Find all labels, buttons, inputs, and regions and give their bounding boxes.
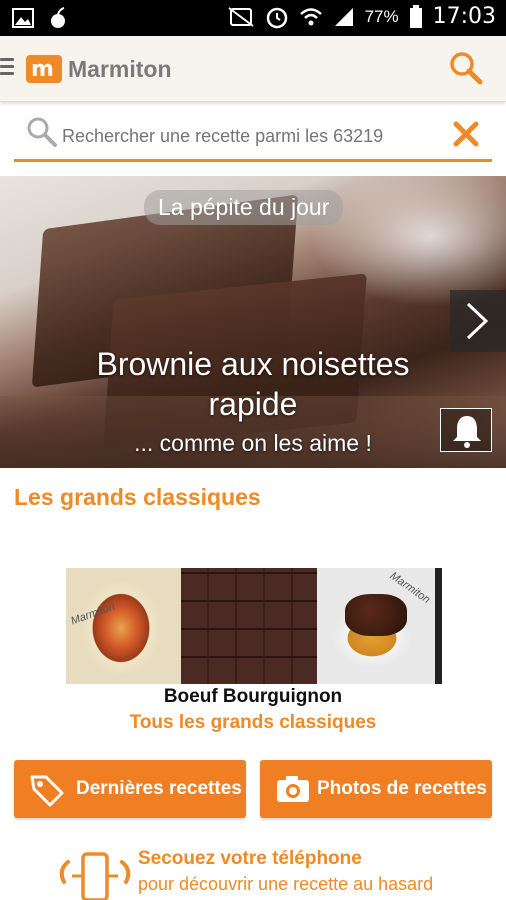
hero-title-line: Brownie aux noisettes — [96, 346, 410, 382]
logo-letter: m — [31, 57, 54, 82]
all-classics-link[interactable]: Tous les grands classiques — [0, 712, 506, 734]
shake-subtitle: pour découvrir une recette au hasard — [138, 874, 434, 894]
carousel-thumbnail[interactable] — [435, 568, 442, 684]
tag-icon — [30, 775, 64, 807]
recipe-photos-label: Photos de recettes — [317, 778, 487, 799]
latest-recipes-button[interactable]: Dernières recettes — [14, 760, 246, 818]
signal-icon — [334, 7, 353, 26]
clock: 17:03 — [432, 4, 496, 29]
brand-name: Marmiton — [68, 56, 172, 82]
shake-title: Secouez votre téléphone — [138, 848, 362, 869]
section-title-classics: Les grands classiques — [14, 484, 261, 510]
clear-search-icon[interactable] — [452, 120, 480, 148]
carousel-thumbnail[interactable] — [181, 568, 317, 684]
alarm-icon — [266, 7, 287, 28]
cherry-notification-icon — [51, 7, 65, 28]
shake-phone-icon — [59, 852, 131, 900]
carousel-recipe-name: Boeuf Bourguignon — [163, 686, 343, 707]
notification-bell-button[interactable] — [440, 408, 492, 452]
hero-recipe-title: Brownie aux noisettes rapide — [0, 344, 506, 424]
shake-phone-promo[interactable]: Secouez votre téléphone pour découvrir u… — [0, 842, 506, 900]
search-icon[interactable] — [448, 50, 484, 86]
chevron-right-icon — [466, 302, 489, 340]
classics-carousel[interactable]: Marmiton Marmiton — [66, 568, 442, 684]
menu-icon[interactable] — [0, 58, 14, 79]
mute-icon — [227, 6, 254, 27]
image-notification-icon — [12, 8, 34, 28]
search-input[interactable] — [62, 122, 442, 150]
hero-subtitle: ... comme on les aime ! — [134, 430, 372, 456]
bell-icon — [453, 416, 481, 448]
latest-recipes-label: Dernières recettes — [76, 778, 242, 799]
marmiton-logo[interactable]: m — [26, 55, 62, 83]
next-recipe-button[interactable] — [450, 290, 506, 352]
wifi-icon — [299, 7, 322, 25]
carousel-thumbnail[interactable]: Marmiton — [66, 568, 181, 684]
hero-title-line: rapide — [208, 386, 298, 422]
notification-icons — [12, 7, 68, 29]
battery-icon — [409, 4, 422, 28]
recipe-of-the-day-banner[interactable]: La pépite du jour Brownie aux noisettes … — [0, 176, 506, 468]
system-status: 77% 17:03 — [227, 4, 496, 29]
camera-icon — [277, 776, 309, 802]
app-bar: m Marmiton — [0, 36, 506, 102]
status-bar: 77% 17:03 — [0, 0, 506, 36]
recipe-photos-button[interactable]: Photos de recettes — [260, 760, 492, 818]
daily-pick-badge: La pépite du jour — [144, 190, 344, 225]
carousel-thumbnail-selected[interactable]: Marmiton — [317, 568, 435, 684]
recipe-search-bar — [14, 112, 492, 162]
battery-percent: 77% — [364, 6, 399, 26]
search-field-icon — [27, 117, 57, 147]
